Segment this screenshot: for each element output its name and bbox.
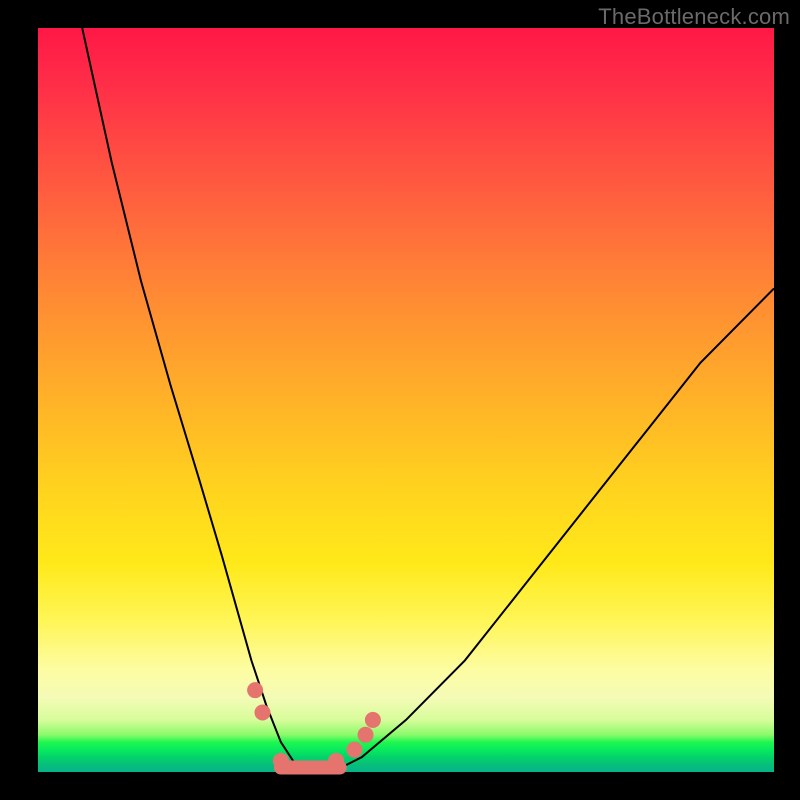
bottleneck-curve [82,28,774,772]
curve-marker [254,704,270,720]
curve-marker [328,753,344,769]
plot-area [38,28,774,772]
curve-marker [273,753,289,769]
watermark-text: TheBottleneck.com [598,4,790,30]
curve-marker [346,742,362,758]
curve-markers [247,682,381,769]
curve-marker [247,682,263,698]
chart-frame: TheBottleneck.com [0,0,800,800]
curve-svg [38,28,774,772]
curve-marker [365,712,381,728]
curve-marker [358,727,374,743]
